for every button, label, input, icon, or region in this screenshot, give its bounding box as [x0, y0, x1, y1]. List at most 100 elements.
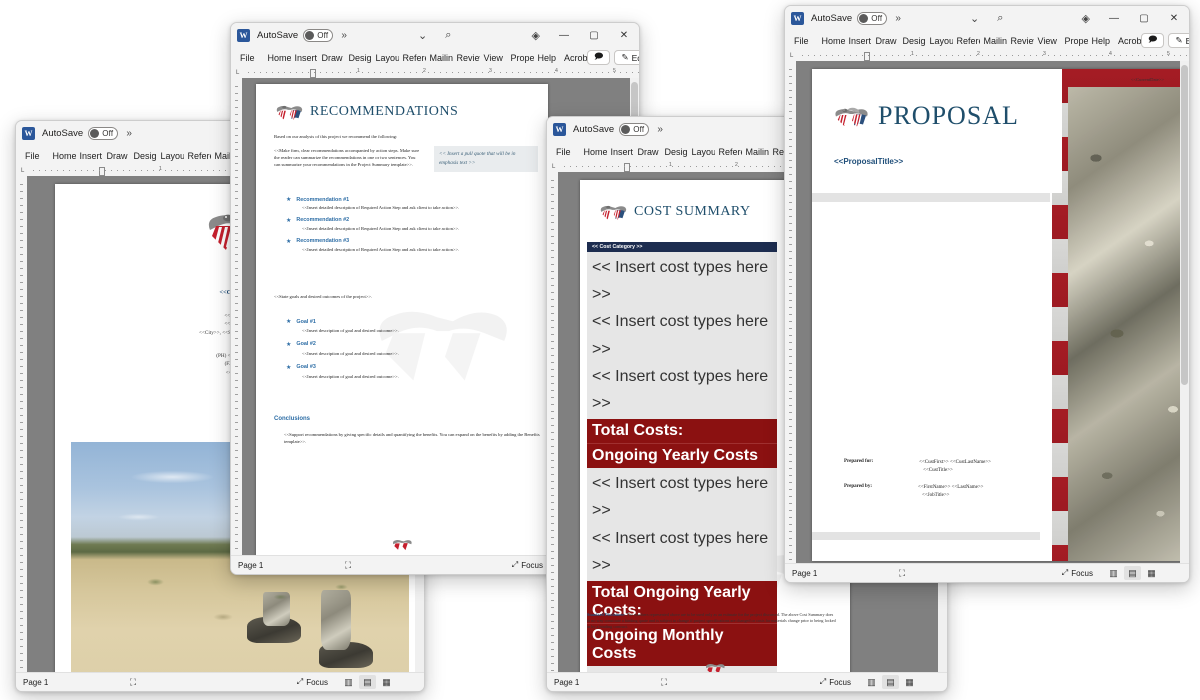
close-button[interactable]: ✕ — [1159, 6, 1189, 31]
ribbon-right-group[interactable]: 🗩 ✎ Editing › — [1141, 33, 1189, 48]
ribbon-tab-design[interactable]: Design — [345, 51, 372, 65]
web-layout-button[interactable]: ▦ — [901, 675, 918, 689]
ribbon-tab-mailings[interactable]: Mailings — [426, 51, 453, 65]
minimize-button[interactable]: — — [549, 23, 579, 48]
titlebar-overflow-icon[interactable]: » — [895, 13, 901, 24]
ribbon-tab-insert[interactable]: Insert — [76, 149, 103, 163]
ribbon-tab-acrobat[interactable]: Acrobat — [1114, 34, 1141, 48]
ribbon-tab-view[interactable]: View — [1034, 34, 1061, 48]
ribbon-tab-file[interactable]: File — [552, 145, 580, 159]
diamond-icon[interactable]: ◈ — [523, 29, 549, 42]
ribbon-tab-layout[interactable]: Layout — [926, 34, 953, 48]
document-page[interactable]: <<CurrentDate>> PROPOSAL <<ProposalTitle… — [812, 69, 1180, 561]
print-layout-button[interactable]: ▤ — [359, 675, 376, 689]
autosave-toggle[interactable]: Off — [88, 127, 119, 140]
focus-mode-button[interactable]: ⤢ Focus — [1062, 568, 1093, 578]
document-page[interactable]: RECOMMENDATIONS Based on our analysis of… — [256, 84, 548, 555]
ribbon-tab-properties[interactable]: Properties — [1061, 34, 1088, 48]
page-area[interactable]: <<CurrentDate>> PROPOSAL <<ProposalTitle… — [796, 61, 1180, 563]
web-layout-button[interactable]: ▦ — [1143, 566, 1160, 580]
ribbon-tabs[interactable]: File Home Insert Draw Design Layout Refe… — [231, 48, 639, 67]
ribbon-tab-draw[interactable]: Draw — [103, 149, 130, 163]
view-buttons[interactable]: ▥ ▤ ▦ — [863, 675, 918, 689]
ribbon-right-group[interactable]: 🗩 ✎ Editing › — [587, 50, 639, 65]
window-controls[interactable]: — ▢ ✕ — [1099, 6, 1189, 31]
ribbon-tab-draw[interactable]: Draw — [872, 34, 899, 48]
ribbon-tab-layout[interactable]: Layout — [372, 51, 399, 65]
indent-marker[interactable] — [99, 166, 106, 176]
ribbon-tab-mailings[interactable]: Mailings — [980, 34, 1007, 48]
ribbon-tab-design[interactable]: Design — [899, 34, 926, 48]
ribbon-tab-layout[interactable]: Layout — [157, 149, 184, 163]
ribbon-tab-insert[interactable]: Insert — [845, 34, 872, 48]
editing-mode-button[interactable]: ✎ Editing › — [614, 50, 639, 65]
ribbon-tab-file[interactable]: File — [236, 51, 264, 65]
ribbon-tab-file[interactable]: File — [21, 149, 49, 163]
proposal-cover-window[interactable]: W AutoSave Off » ⌄ ⌕ ◈ — ▢ ✕ File Home I… — [784, 5, 1190, 583]
window-controls[interactable]: — ▢ ✕ — [549, 23, 639, 48]
titlebar[interactable]: W AutoSave Off » ⌄ ⌕ ◈ — ▢ ✕ — [785, 6, 1189, 31]
editing-mode-button[interactable]: ✎ Editing › — [1168, 33, 1189, 48]
titlebar[interactable]: W AutoSave Off » ⌄ ⌕ ◈ — ▢ ✕ — [231, 23, 639, 48]
indent-marker[interactable] — [310, 68, 317, 78]
vertical-scrollbar[interactable] — [1180, 61, 1189, 563]
ribbon-tab-acrobat[interactable]: Acrobat — [560, 51, 587, 65]
page-indicator[interactable]: Page 1 — [554, 678, 649, 687]
page-indicator[interactable]: Page 1 — [23, 678, 118, 687]
titlebar-overflow-icon[interactable]: » — [126, 128, 132, 139]
focus-mode-button[interactable]: ⤢ Focus — [297, 677, 328, 687]
ribbon-tab-home[interactable]: Home — [49, 149, 76, 163]
focus-mode-button[interactable]: ⤢ Focus — [512, 560, 543, 570]
tab-stop-marker[interactable]: L — [231, 70, 242, 76]
horizontal-ruler[interactable]: L 1 2 3 4 5 — [785, 50, 1189, 61]
ribbon-tab-review[interactable]: Review — [453, 51, 480, 65]
ribbon-tab-insert[interactable]: Insert — [291, 51, 318, 65]
view-buttons[interactable]: ▥ ▤ ▦ — [1105, 566, 1160, 580]
ribbon-tab-draw[interactable]: Draw — [634, 145, 661, 159]
page-indicator[interactable]: Page 1 — [792, 569, 887, 578]
search-icon[interactable]: ⌕ — [436, 29, 460, 42]
ribbon-tab-design[interactable]: Design — [661, 145, 688, 159]
focus-mode-button[interactable]: ⤢ Focus — [820, 677, 851, 687]
tab-stop-marker[interactable]: L — [547, 164, 558, 170]
tab-stop-marker[interactable]: L — [785, 53, 796, 59]
ribbon-tab-help[interactable]: Help — [1088, 34, 1115, 48]
tab-stop-marker[interactable]: L — [16, 168, 27, 174]
autosave-toggle[interactable]: Off — [303, 29, 334, 42]
page-indicator[interactable]: Page 1 — [238, 561, 333, 570]
ribbon-tabs[interactable]: File Home Insert Draw Design Layout Refe… — [785, 31, 1189, 50]
ribbon-tab-insert[interactable]: Insert — [607, 145, 634, 159]
status-bar[interactable]: Page 1 ⛶ ⤢ Focus ▥ ▤ ▦ — [16, 672, 424, 691]
chevron-down-icon[interactable]: ⌄ — [961, 12, 988, 25]
accessibility-icon[interactable]: ⛶ — [649, 677, 679, 688]
ribbon-tab-help[interactable]: Help — [534, 51, 561, 65]
ribbon-tab-references[interactable]: References — [953, 34, 980, 48]
status-bar[interactable]: Page 1 ⛶ ⤢ Focus ▥ ▤ ▦ — [547, 672, 947, 691]
ribbon-tab-properties[interactable]: Properties — [507, 51, 534, 65]
ribbon-tab-references[interactable]: References — [715, 145, 742, 159]
accessibility-icon[interactable]: ⛶ — [333, 560, 363, 571]
ribbon-tab-home[interactable]: Home — [818, 34, 845, 48]
maximize-button[interactable]: ▢ — [579, 23, 609, 48]
comments-button[interactable]: 🗩 — [587, 50, 611, 65]
ribbon-tab-layout[interactable]: Layout — [688, 145, 715, 159]
read-mode-button[interactable]: ▥ — [340, 675, 357, 689]
diamond-icon[interactable]: ◈ — [1073, 12, 1099, 25]
maximize-button[interactable]: ▢ — [1129, 6, 1159, 31]
accessibility-icon[interactable]: ⛶ — [887, 568, 917, 579]
indent-marker[interactable] — [624, 162, 631, 172]
ribbon-tab-references[interactable]: References — [399, 51, 426, 65]
document-canvas[interactable]: <<CurrentDate>> PROPOSAL <<ProposalTitle… — [785, 61, 1189, 563]
search-icon[interactable]: ⌕ — [988, 12, 1012, 25]
autosave-toggle[interactable]: Off — [619, 123, 650, 136]
ribbon-tab-review[interactable]: Review — [1007, 34, 1034, 48]
titlebar-overflow-icon[interactable]: » — [341, 30, 347, 41]
comments-button[interactable]: 🗩 — [1141, 33, 1165, 48]
horizontal-ruler[interactable]: L 1 2 3 4 5 — [231, 67, 639, 78]
status-bar[interactable]: Page 1 ⛶ ⤢ Focus ▥ ▤ ▦ — [785, 563, 1189, 582]
read-mode-button[interactable]: ▥ — [1105, 566, 1122, 580]
accessibility-icon[interactable]: ⛶ — [118, 677, 148, 688]
ribbon-tab-design[interactable]: Design — [130, 149, 157, 163]
web-layout-button[interactable]: ▦ — [378, 675, 395, 689]
print-layout-button[interactable]: ▤ — [882, 675, 899, 689]
